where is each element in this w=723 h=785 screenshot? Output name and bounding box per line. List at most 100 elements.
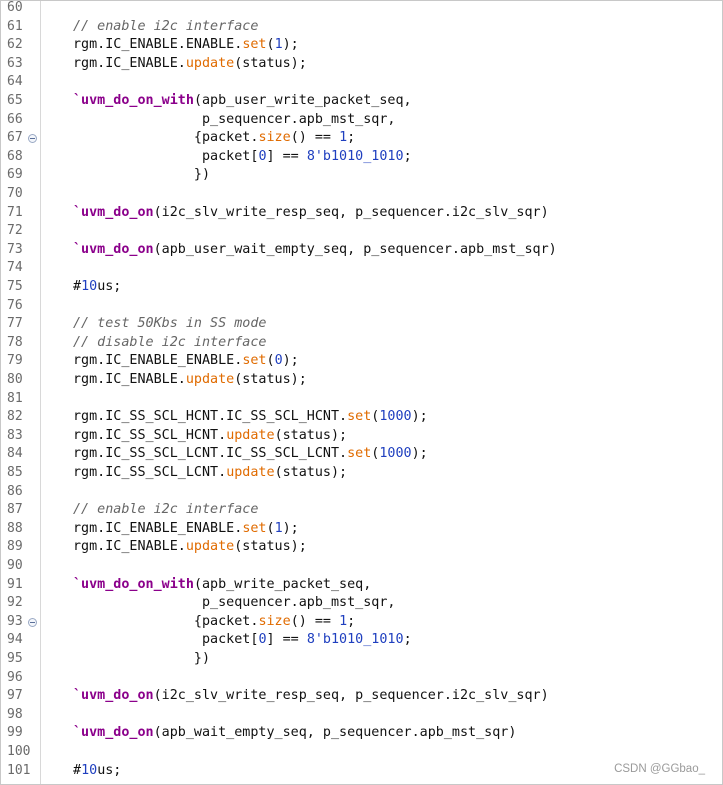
code-token: rgm.IC_ENABLE.: [73, 55, 186, 71]
code-number: 1000: [379, 409, 412, 425]
code-line[interactable]: rgm.IC_ENABLE_ENABLE.set(0);: [73, 352, 299, 371]
code-comment: // test 50Kbs in SS mode: [73, 316, 267, 332]
code-line[interactable]: p_sequencer.apb_mst_sqr,: [73, 594, 396, 613]
code-line[interactable]: packet[0] == 8'b1010_1010;: [73, 631, 412, 650]
code-token: ] ==: [266, 148, 307, 164]
code-number: 10: [81, 279, 98, 294]
code-token: (status);: [274, 427, 348, 443]
code-line[interactable]: // disable i2c interface: [73, 334, 266, 353]
code-line[interactable]: }): [73, 650, 210, 669]
code-line[interactable]: `uvm_do_on(apb_wait_empty_seq, p_sequenc…: [73, 724, 516, 743]
code-token: (status);: [274, 465, 348, 480]
code-number: 1: [339, 613, 348, 629]
code-line[interactable]: // test 50Kbs in SS mode: [73, 315, 266, 334]
code-token: (apb_user_write_packet_seq,: [193, 93, 412, 108]
code-number: 0: [258, 148, 267, 164]
code-line[interactable]: // enable i2c interface: [73, 18, 258, 37]
code-line[interactable]: `uvm_do_on(i2c_slv_write_resp_seq, p_seq…: [73, 687, 549, 706]
line-number: 71: [7, 204, 23, 220]
code-line[interactable]: rgm.IC_ENABLE.update(status);: [73, 55, 307, 74]
code-token: us;: [97, 762, 122, 778]
line-number: 78: [7, 334, 23, 350]
code-macro: `uvm_do_on: [73, 725, 154, 741]
code-method: update: [185, 539, 235, 555]
code-token: (i2c_slv_write_resp_seq, p_sequencer.i2c…: [153, 688, 549, 704]
line-number: 60: [7, 0, 23, 15]
line-number: 84: [7, 446, 23, 462]
code-line[interactable]: rgm.IC_SS_SCL_LCNT.update(status);: [73, 464, 347, 483]
code-line[interactable]: `uvm_do_on(i2c_slv_write_resp_seq, p_seq…: [73, 204, 549, 223]
line-number: 100: [7, 744, 31, 759]
line-number: 83: [7, 427, 23, 443]
code-token: (: [266, 37, 275, 53]
code-comment: // enable i2c interface: [73, 502, 259, 518]
line-number-gutter: 60 61 62 63 64 65 66 67 68 69 70 71 72 73 74 75 76 77 78 79…: [1, 0, 41, 784]
code-number: 8'b1010_1010: [306, 632, 404, 648]
code-token: (apb_wait_empty_seq, p_sequencer.apb_mst…: [153, 725, 517, 741]
code-line[interactable]: #10us;: [73, 762, 121, 781]
code-line[interactable]: rgm.IC_ENABLE.update(status);: [73, 371, 307, 390]
code-line[interactable]: {packet.size() == 1;: [73, 613, 355, 632]
line-number: 97: [7, 688, 23, 704]
line-number: 76: [7, 297, 23, 313]
code-number: 0: [274, 353, 283, 369]
code-line[interactable]: #10us;: [73, 278, 121, 297]
code-method: set: [242, 353, 267, 369]
code-number: 1: [274, 520, 283, 536]
line-number: 63: [7, 55, 23, 71]
code-method: update: [226, 465, 275, 480]
code-token: #: [73, 279, 82, 294]
line-number: 75: [7, 279, 23, 294]
code-line[interactable]: rgm.IC_ENABLE.update(status);: [73, 538, 307, 557]
line-number: 77: [7, 316, 23, 332]
code-line[interactable]: rgm.IC_ENABLE_ENABLE.set(1);: [73, 520, 299, 539]
code-method: size: [258, 130, 291, 146]
line-number: 91: [7, 576, 23, 592]
line-number: 82: [7, 409, 23, 425]
code-token: (apb_write_packet_seq,: [193, 576, 372, 592]
code-line[interactable]: rgm.IC_SS_SCL_LCNT.IC_SS_SCL_LCNT.set(10…: [73, 445, 428, 464]
code-number: 1: [274, 37, 283, 53]
code-token: ] ==: [266, 632, 307, 648]
code-line[interactable]: rgm.IC_ENABLE.ENABLE.set(1);: [73, 36, 299, 55]
line-number: 81: [7, 390, 23, 406]
line-number: 96: [7, 669, 23, 685]
line-number: 101: [7, 762, 31, 778]
code-line[interactable]: `uvm_do_on_with(apb_user_write_packet_se…: [73, 92, 412, 111]
code-number: 1000: [379, 446, 412, 462]
code-method: update: [185, 372, 235, 387]
code-token: packet[: [73, 632, 259, 648]
code-line[interactable]: rgm.IC_SS_SCL_HCNT.IC_SS_SCL_HCNT.set(10…: [73, 408, 428, 427]
line-number: 85: [7, 465, 23, 480]
code-token: () ==: [290, 130, 340, 146]
line-number: 66: [7, 111, 23, 127]
code-macro: `uvm_do_on: [73, 688, 154, 704]
code-number: 1: [339, 130, 348, 146]
code-line[interactable]: packet[0] == 8'b1010_1010;: [73, 148, 412, 167]
line-number: 70: [7, 186, 23, 201]
code-token: );: [411, 409, 428, 425]
code-number: 8'b1010_1010: [306, 148, 404, 164]
code-line[interactable]: // enable i2c interface: [73, 501, 258, 520]
code-line[interactable]: }): [73, 166, 210, 185]
code-editor[interactable]: 60 61 62 63 64 65 66 67 68 69 70 71 72 73 74 75 76 77 78 79…: [0, 0, 723, 785]
code-token: (: [266, 520, 275, 536]
code-token: );: [282, 520, 299, 536]
code-line[interactable]: `uvm_do_on_with(apb_write_packet_seq,: [73, 576, 371, 595]
code-method: update: [185, 55, 235, 71]
code-token: rgm.IC_ENABLE_ENABLE.: [73, 520, 243, 536]
code-line[interactable]: p_sequencer.apb_mst_sqr,: [73, 111, 396, 130]
code-line[interactable]: {packet.size() == 1;: [73, 129, 355, 148]
line-number: 64: [7, 74, 23, 90]
code-macro: `uvm_do_on: [73, 204, 154, 220]
line-number: 74: [7, 260, 23, 276]
fold-collapse-icon[interactable]: [28, 617, 37, 627]
code-comment: // disable i2c interface: [73, 334, 267, 350]
code-token: () ==: [290, 613, 340, 629]
code-line[interactable]: `uvm_do_on(apb_user_wait_empty_seq, p_se…: [73, 241, 557, 260]
code-token: rgm.IC_ENABLE.: [73, 372, 186, 387]
line-number: 79: [7, 353, 23, 369]
code-comment: // enable i2c interface: [73, 18, 259, 34]
code-token: rgm.IC_SS_SCL_LCNT.IC_SS_SCL_LCNT.: [73, 446, 348, 462]
code-line[interactable]: rgm.IC_SS_SCL_HCNT.update(status);: [73, 427, 347, 446]
